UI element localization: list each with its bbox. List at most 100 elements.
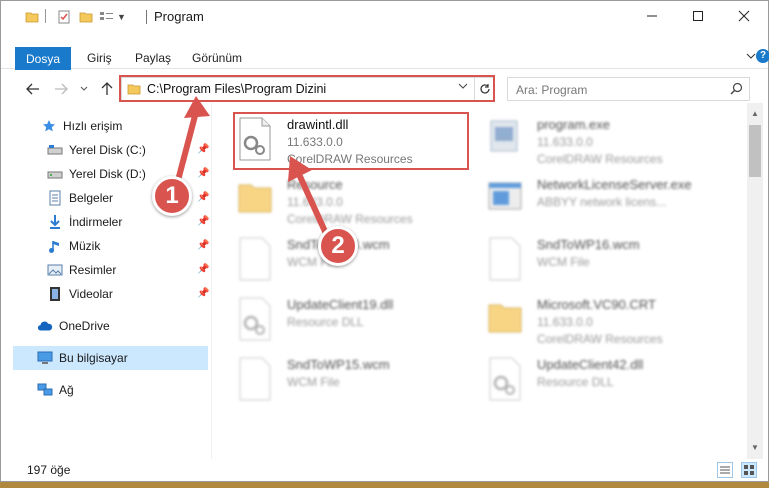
file-item-program-exe[interactable]: program.exe 11.633.0.0 CorelDRAW Resourc… [487, 113, 737, 171]
sidebar-item-label: Yerel Disk (C:) [69, 143, 146, 157]
dll-file-icon [237, 297, 277, 343]
sidebar-item-documents[interactable]: Belgeler [47, 186, 113, 210]
address-highlight-box [119, 75, 495, 102]
file-icon [487, 237, 527, 283]
maximize-icon [693, 11, 703, 21]
file-type: Resource DLL [537, 375, 614, 389]
file-version: 11.633.0.0 [537, 315, 593, 329]
close-icon [738, 10, 750, 22]
sidebar-item-label: OneDrive [59, 319, 110, 333]
search-box[interactable]: Ara: Program [507, 77, 750, 101]
search-input[interactable]: Ara: Program [516, 83, 587, 97]
sidebar-item-network[interactable]: Ağ [37, 378, 74, 402]
file-item-updateclient19[interactable]: UpdateClient19.dll Resource DLL [237, 293, 487, 351]
maximize-button[interactable] [675, 1, 721, 31]
qa-dropdown-icon[interactable]: ▼ [117, 9, 126, 25]
status-bar: 197 öğe [1, 459, 768, 481]
file-icon [237, 237, 277, 283]
tab-home[interactable]: Giriş [87, 51, 112, 65]
tab-file[interactable]: Dosya [15, 47, 71, 70]
network-icon [37, 382, 53, 398]
title-separator [146, 10, 147, 24]
file-item-sndtowp16[interactable]: SndToWP16.wcm WCM File [487, 233, 737, 291]
pin-icon[interactable]: 📌 [197, 168, 209, 179]
file-description: ABBYY network licens... [537, 195, 667, 209]
sidebar-item-quick-access[interactable]: Hızlı erişim [41, 114, 122, 138]
cloud-icon [37, 318, 53, 334]
pin-icon[interactable]: 📌 [197, 192, 209, 203]
file-name: UpdateClient19.dll [287, 297, 394, 312]
file-item-resource[interactable]: Resource 11.633.0.0 CorelDRAW Resources [237, 173, 487, 231]
file-name: SndToWP15.wcm [287, 357, 390, 372]
back-button[interactable] [23, 79, 43, 99]
video-icon [47, 286, 63, 302]
music-icon [47, 238, 63, 254]
sidebar-item-onedrive[interactable]: OneDrive [37, 314, 110, 338]
pin-icon[interactable]: 📌 [197, 264, 209, 275]
scrollbar-thumb[interactable] [749, 125, 761, 177]
search-icon[interactable] [730, 82, 743, 98]
forward-button[interactable] [51, 79, 71, 99]
recent-locations-button[interactable] [77, 79, 91, 99]
tab-view[interactable]: Görünüm [192, 51, 242, 65]
file-highlight-box [233, 112, 469, 170]
sidebar-item-label: Hızlı erişim [63, 119, 123, 133]
sidebar-item-disk-c[interactable]: Yerel Disk (C:) [47, 138, 146, 162]
sidebar-item-label: Bu bilgisayar [59, 351, 128, 365]
pin-icon[interactable]: 📌 [197, 240, 209, 251]
minimize-button[interactable] [629, 1, 675, 31]
item-count: 197 öğe [27, 463, 71, 477]
close-button[interactable] [721, 1, 767, 31]
new-folder-icon[interactable] [79, 9, 93, 25]
window-title: Program [154, 9, 204, 24]
details-view-button[interactable] [717, 462, 733, 478]
file-item-sndtowp15[interactable]: SndToWP15.wcm WCM File [237, 353, 487, 411]
file-type: WCM File [287, 375, 340, 389]
qa-separator [45, 9, 46, 23]
vertical-scrollbar[interactable]: ▲ ▼ [747, 103, 763, 459]
pin-icon[interactable]: 📌 [197, 144, 209, 155]
sidebar-item-downloads[interactable]: İndirmeler [47, 210, 122, 234]
file-item-sndtowp14[interactable]: SndToWP14.wcm WCM File [237, 233, 487, 291]
file-name: NetworkLicenseServer.exe [537, 177, 692, 192]
file-description: CorelDRAW Resources [537, 332, 663, 346]
help-icon[interactable]: ? [756, 49, 769, 63]
view-options-icon[interactable] [99, 9, 115, 25]
tab-share[interactable]: Paylaş [135, 51, 171, 65]
properties-icon[interactable] [57, 9, 71, 25]
file-name: Microsoft.VC90.CRT [537, 297, 656, 312]
sidebar-item-this-pc[interactable]: Bu bilgisayar [37, 346, 128, 370]
tiles-view-button[interactable] [741, 462, 757, 478]
file-name: program.exe [537, 117, 610, 132]
documents-icon [47, 190, 63, 206]
scroll-down-icon[interactable]: ▼ [751, 443, 759, 452]
sidebar-item-label: Videolar [69, 287, 113, 301]
callout-badge-1: 1 [152, 176, 192, 216]
chevron-down-icon [80, 86, 88, 91]
ribbon-expand-button[interactable] [746, 50, 756, 64]
file-name: Resource [287, 177, 343, 192]
folder-icon [237, 177, 277, 223]
sidebar-item-music[interactable]: Müzik [47, 234, 100, 258]
chevron-down-icon [746, 53, 756, 59]
up-button[interactable] [97, 79, 117, 99]
pin-icon[interactable]: 📌 [197, 288, 209, 299]
details-view-icon [720, 466, 730, 474]
navigation-pane: Hızlı erişim Yerel Disk (C:) 📌 Yerel Dis… [1, 109, 211, 459]
pin-icon[interactable]: 📌 [197, 216, 209, 227]
sidebar-item-pictures[interactable]: Resimler [47, 258, 116, 282]
folder-icon [25, 9, 39, 25]
scroll-up-icon[interactable]: ▲ [751, 109, 759, 118]
file-version: 11.633.0.0 [287, 195, 343, 209]
download-icon [47, 214, 63, 230]
sidebar-item-label: Resimler [69, 263, 117, 277]
file-item-network-license-server[interactable]: NetworkLicenseServer.exe ABBYY network l… [487, 173, 737, 231]
file-item-updateclient42[interactable]: UpdateClient42.dll Resource DLL [487, 353, 737, 411]
sidebar-item-disk-d[interactable]: Yerel Disk (D:) [47, 162, 146, 186]
file-item-microsoft-vc90-crt[interactable]: Microsoft.VC90.CRT 11.633.0.0 CorelDRAW … [487, 293, 737, 351]
sidebar-item-videos[interactable]: Videolar [47, 282, 113, 306]
sidebar-item-label: Ağ [59, 383, 74, 397]
file-type: Resource DLL [287, 315, 364, 329]
arrow-right-icon [55, 83, 68, 95]
file-description: CorelDRAW Resources [287, 212, 413, 226]
